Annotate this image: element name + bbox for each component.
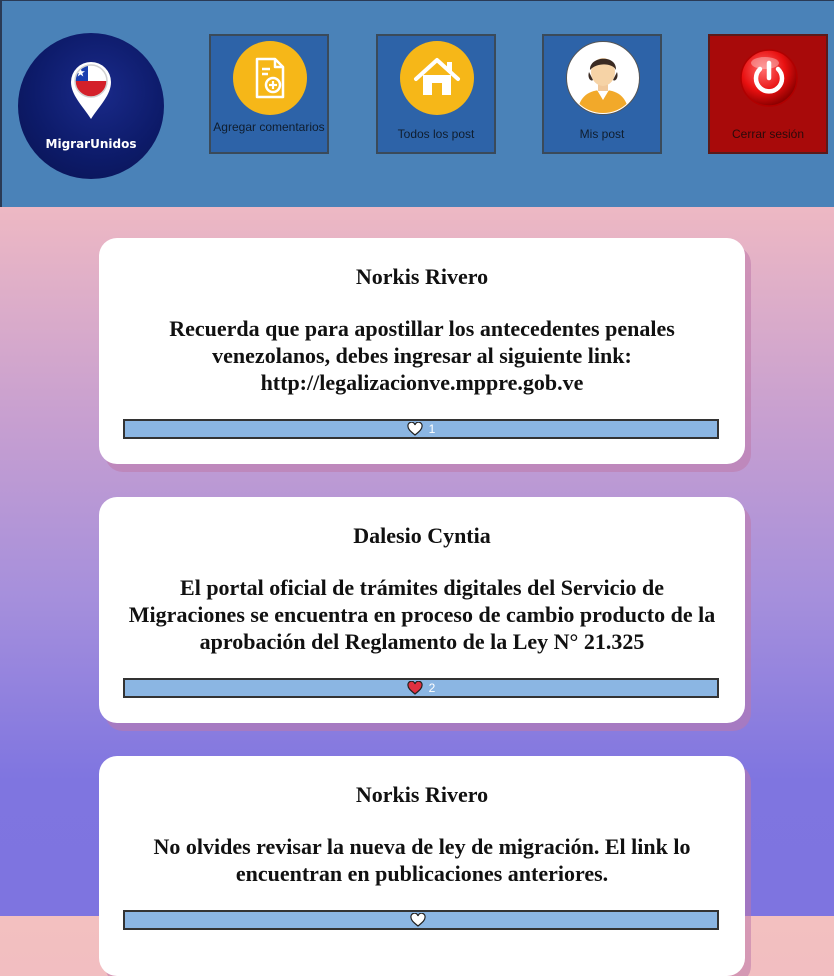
home-icon: [400, 41, 474, 115]
brand-logo[interactable]: MigrarUnidos: [18, 33, 164, 179]
all-posts-label: Todos los post: [397, 127, 475, 141]
add-comment-label: Agregar comentarios: [213, 120, 325, 134]
heart-outline-icon: [407, 422, 423, 436]
my-posts-button[interactable]: Mis post: [542, 34, 662, 154]
like-button[interactable]: 2: [123, 678, 719, 698]
top-navigation-bar: MigrarUnidos Agregar comentarios Todos l…: [0, 0, 834, 207]
heart-filled-icon: [407, 681, 423, 695]
power-icon: [732, 41, 806, 115]
post-author: Norkis Rivero: [355, 782, 489, 807]
all-posts-button[interactable]: Todos los post: [376, 34, 496, 154]
like-button[interactable]: [123, 910, 719, 930]
user-avatar-icon: [566, 41, 640, 115]
post-text: No olvides revisar la nueva de ley de mi…: [153, 834, 691, 886]
add-comment-button[interactable]: Agregar comentarios: [209, 34, 329, 154]
like-count: 1: [428, 422, 436, 436]
post-author: Norkis Rivero: [355, 264, 489, 289]
document-plus-icon: [233, 41, 307, 115]
like-button[interactable]: 1: [123, 419, 719, 439]
post-author: Dalesio Cyntia: [353, 523, 491, 548]
logout-label: Cerrar sesión: [731, 127, 805, 141]
post-card: Norkis Rivero Recuerda que para apostill…: [99, 238, 745, 464]
logout-button[interactable]: Cerrar sesión: [708, 34, 828, 154]
post-text: Recuerda que para apostillar los anteced…: [169, 316, 675, 395]
post-text: El portal oficial de trámites digitales …: [128, 575, 716, 654]
my-posts-label: Mis post: [579, 127, 625, 141]
brand-name: MigrarUnidos: [45, 137, 137, 151]
chile-location-pin-icon: [71, 62, 111, 119]
post-card: Dalesio Cyntia El portal oficial de trám…: [99, 497, 745, 723]
post-card: Norkis Rivero No olvides revisar la nuev…: [99, 756, 745, 976]
like-count: 2: [428, 681, 436, 695]
heart-outline-icon: [410, 913, 426, 927]
